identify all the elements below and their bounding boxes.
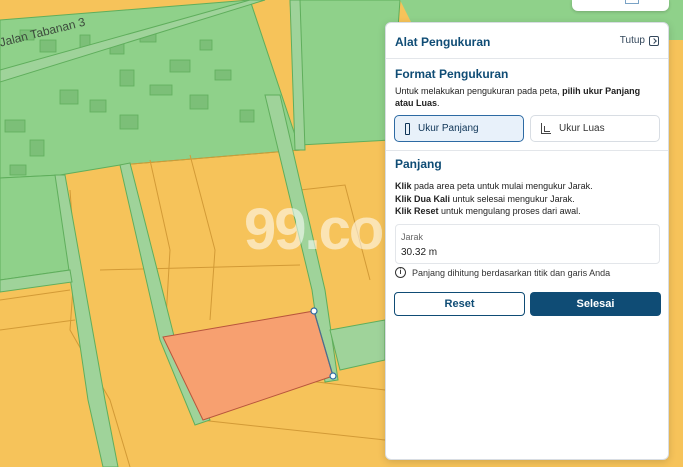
divider: [386, 150, 668, 151]
mode-area-button[interactable]: Ukur Luas: [530, 115, 660, 142]
length-title: Panjang: [395, 157, 442, 171]
mode-area-label: Ukur Luas: [559, 123, 605, 134]
distance-field: Jarak 30.32 m: [395, 224, 660, 264]
close-label: Tutup: [619, 35, 645, 46]
format-title: Format Pengukuran: [395, 67, 509, 81]
watermark: 99.co: [244, 197, 384, 262]
instructions: Klik pada area peta untuk mulai mengukur…: [395, 180, 593, 218]
chevron-right-box-icon: [649, 35, 659, 46]
info-note: i Panjang dihitung berdasarkan titik dan…: [395, 267, 610, 278]
instruction-line: Klik pada area peta untuk mulai mengukur…: [395, 181, 593, 191]
distance-label: Jarak: [401, 232, 424, 242]
panel-title: Alat Pengukuran: [395, 35, 491, 49]
area-icon: [541, 123, 551, 134]
close-button[interactable]: Tutup: [620, 35, 659, 46]
mode-length-label: Ukur Panjang: [418, 123, 479, 134]
instruction-line: Klik Reset untuk mengulang proses dari a…: [395, 206, 581, 216]
done-button[interactable]: Selesai: [530, 292, 661, 316]
ruler-icon: [405, 122, 410, 135]
measure-point-end: [329, 372, 337, 380]
measurement-panel: Alat Pengukuran Tutup Format Pengukuran …: [385, 22, 669, 460]
measure-point-start: [310, 307, 318, 315]
info-icon: i: [395, 267, 406, 278]
map-control-icon: [625, 0, 639, 4]
instruction-line: Klik Dua Kali untuk selesai mengukur Jar…: [395, 193, 575, 204]
panel-header: Alat Pengukuran Tutup: [386, 23, 668, 59]
distance-value: 30.32 m: [401, 247, 438, 258]
reset-button[interactable]: Reset: [394, 292, 525, 316]
info-note-text: Panjang dihitung berdasarkan titik dan g…: [412, 267, 611, 278]
format-description: Untuk melakukan pengukuran pada peta, pi…: [395, 86, 641, 108]
map-control-pill[interactable]: [572, 0, 669, 11]
mode-length-button[interactable]: Ukur Panjang: [394, 115, 524, 142]
